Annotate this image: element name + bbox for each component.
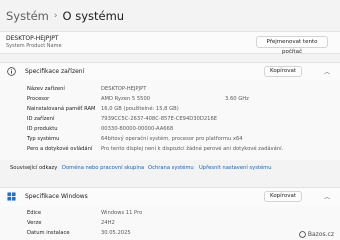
spec-label: ID produktu bbox=[27, 126, 58, 132]
related-links: Související odkazy Doména nebo pracovní … bbox=[0, 163, 340, 175]
spec-label: Název zařízení bbox=[27, 86, 65, 92]
spec-value: 30.05.2025 bbox=[101, 230, 131, 236]
spec-label: ID zařízení bbox=[27, 116, 55, 122]
breadcrumb-separator: › bbox=[53, 11, 58, 21]
chevron-up-icon[interactable]: ︿ bbox=[324, 192, 330, 201]
spec-label: Typ systému bbox=[27, 136, 60, 142]
spec-label: Nainstalovaná paměť RAM bbox=[27, 106, 96, 112]
chevron-up-icon[interactable]: ︿ bbox=[324, 67, 330, 76]
breadcrumb: Systém › O systému bbox=[6, 6, 124, 26]
spec-label: Verze bbox=[27, 220, 42, 226]
spec-value: 7939CC5C-2637-408C-857E-CE94D30D216E bbox=[101, 116, 218, 122]
spec-label: Pero a dotykové ovládání bbox=[27, 146, 93, 152]
spec-value: DESKTOP-HEJPJPT bbox=[101, 86, 147, 92]
windows-specs-title: Specifikace Windows bbox=[25, 193, 88, 200]
copy-windows-specs-button[interactable]: Kopírovat bbox=[264, 191, 302, 202]
spec-value: Windows 11 Pro bbox=[101, 210, 143, 216]
device-specs-header[interactable]: Specifikace zařízení Kopírovat ︿ bbox=[0, 62, 340, 80]
windows-specs-header[interactable]: Specifikace Windows Kopírovat ︿ bbox=[0, 187, 340, 206]
spec-value: Pro tento displej není k dispozici žádné… bbox=[101, 146, 284, 152]
windows-specs-body: Edice Windows 11 Pro Verze 24H2 Datum in… bbox=[0, 206, 340, 240]
rename-pc-button[interactable]: Přejmenovat tento počítač bbox=[256, 36, 328, 55]
spec-label: Datum instalace bbox=[27, 230, 70, 236]
info-icon bbox=[7, 67, 16, 76]
spec-extra: 3.60 GHz bbox=[225, 96, 249, 102]
watermark-logo-icon bbox=[299, 231, 306, 238]
device-specs-body: Název zařízení DESKTOP-HEJPJPT Procesor … bbox=[0, 80, 340, 160]
watermark-text: Bazos.cz bbox=[307, 231, 334, 238]
copy-device-specs-button[interactable]: Kopírovat bbox=[264, 66, 302, 77]
device-model: System Product Name bbox=[6, 43, 62, 49]
spec-value: 00330-80000-00000-AA668 bbox=[101, 126, 174, 132]
link-system-protection[interactable]: Ochrana systému bbox=[148, 165, 194, 171]
link-advanced-system-settings[interactable]: Upřesnit nastavení systému bbox=[199, 165, 271, 171]
spec-value: AMD Ryzen 5 5500 bbox=[101, 96, 151, 102]
breadcrumb-parent[interactable]: Systém bbox=[6, 9, 49, 23]
spec-value: 24H2 bbox=[101, 220, 115, 226]
watermark: Bazos.cz bbox=[299, 231, 334, 238]
link-domain-workgroup[interactable]: Doména nebo pracovní skupina bbox=[62, 165, 144, 171]
page-title: O systému bbox=[62, 9, 125, 23]
spec-value: 64bitový operační systém, procesor pro p… bbox=[101, 136, 243, 142]
device-card: DESKTOP-HEJPJPT System Product Name Přej… bbox=[0, 31, 340, 55]
related-links-title: Související odkazy bbox=[10, 165, 58, 171]
device-specs-title: Specifikace zařízení bbox=[25, 68, 85, 75]
spec-value: 16,0 GB (použitelné: 15,8 GB) bbox=[101, 106, 179, 112]
device-name: DESKTOP-HEJPJPT bbox=[6, 35, 59, 42]
spec-label: Procesor bbox=[27, 96, 50, 102]
spec-label: Edice bbox=[27, 210, 42, 216]
windows-logo-icon bbox=[7, 192, 16, 201]
